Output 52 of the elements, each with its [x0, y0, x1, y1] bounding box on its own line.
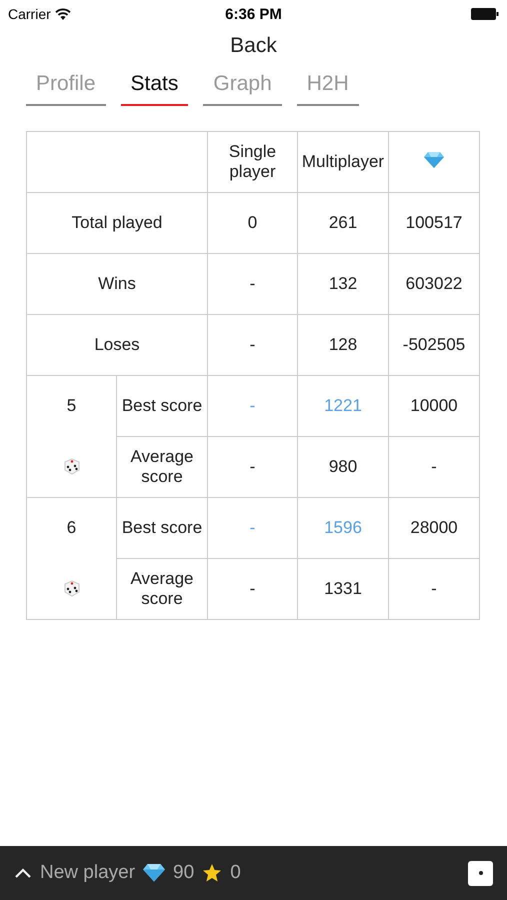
table-cell: - — [208, 254, 298, 314]
gem-count: 90 — [173, 862, 194, 884]
row-label: Average score — [116, 558, 208, 620]
table-cell: 132 — [298, 254, 388, 314]
table-cell: - — [388, 436, 480, 498]
table-cell: -502505 — [388, 314, 480, 376]
wifi-icon — [54, 8, 71, 20]
dot-icon — [478, 871, 482, 875]
table-cell: 100517 — [388, 192, 480, 254]
row-label: Best score — [116, 376, 208, 436]
table-cell: 10000 — [388, 376, 480, 436]
dice-icon — [62, 578, 82, 598]
menu-square-button[interactable] — [468, 860, 493, 886]
player-name: New player — [40, 862, 136, 884]
clock-time: 6:36 PM — [225, 6, 282, 22]
table-cell: 128 — [298, 314, 388, 376]
row-label: Loses — [26, 314, 208, 376]
tab[interactable]: Graph — [203, 70, 282, 106]
diamond-icon — [424, 152, 444, 168]
tab[interactable]: H2H — [296, 70, 359, 106]
table-cell: 0 — [208, 192, 298, 254]
star-icon — [202, 863, 222, 883]
table-cell: - — [208, 436, 298, 498]
table-cell: 261 — [298, 192, 388, 254]
carrier-label: Carrier — [8, 6, 51, 22]
group-number: 5 — [66, 396, 76, 416]
table-cell: - — [208, 558, 298, 620]
group-number: 6 — [66, 518, 76, 538]
row-label: Average score — [116, 436, 208, 498]
column-header: Multiplayer — [298, 132, 388, 192]
row-label: Wins — [26, 254, 208, 314]
table-cell[interactable]: 1596 — [298, 498, 388, 558]
row-label: Best score — [116, 498, 208, 558]
tab[interactable]: Profile — [26, 70, 106, 106]
tab[interactable]: Stats — [120, 70, 188, 106]
battery-icon — [471, 8, 499, 20]
star-count: 0 — [230, 862, 241, 884]
chevron-up-icon[interactable] — [14, 867, 32, 879]
table-cell: 1331 — [298, 558, 388, 620]
table-cell[interactable]: 1221 — [298, 376, 388, 436]
dice-icon — [62, 456, 82, 476]
table-cell: 980 — [298, 436, 388, 498]
column-header: Single player — [208, 132, 298, 192]
table-cell: - — [388, 558, 480, 620]
row-label: Total played — [26, 192, 208, 254]
table-cell[interactable]: - — [208, 498, 298, 558]
table-cell: 603022 — [388, 254, 480, 314]
table-cell: - — [208, 314, 298, 376]
back-button[interactable]: Back — [226, 32, 281, 60]
diamond-icon — [143, 864, 166, 882]
table-cell[interactable]: - — [208, 376, 298, 436]
table-cell: 28000 — [388, 498, 480, 558]
